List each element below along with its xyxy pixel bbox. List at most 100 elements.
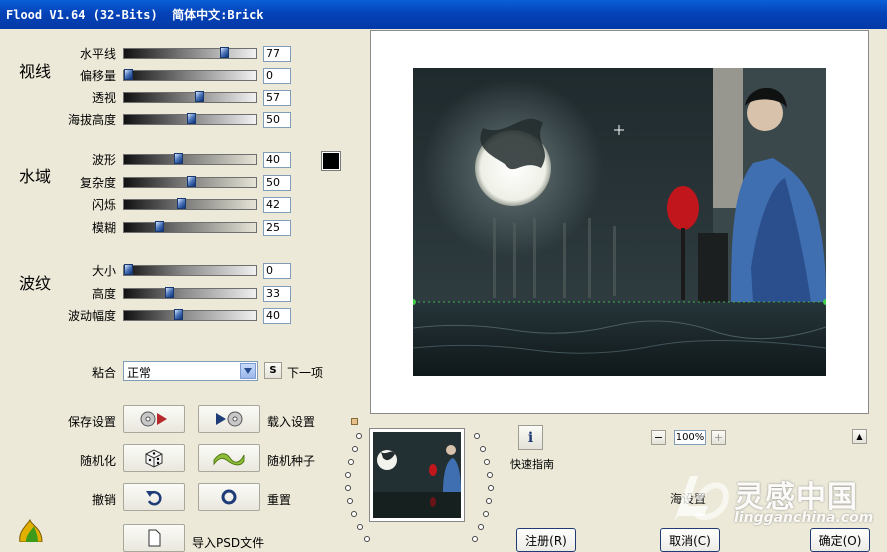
color-fill: [323, 153, 339, 169]
ripple-dot: [483, 511, 489, 517]
slider-label: 闪烁: [91, 198, 116, 212]
thumbnail-image[interactable]: [373, 432, 461, 518]
slider-track[interactable]: [123, 221, 257, 233]
slider-thumb[interactable]: [174, 309, 183, 320]
slider-track[interactable]: [123, 69, 257, 81]
disc-arrow-icon: [140, 411, 167, 427]
slider-track[interactable]: [123, 287, 257, 299]
arrow-disc-icon: [216, 411, 243, 427]
slider-value-field[interactable]: 50: [263, 175, 291, 191]
slider-thumb[interactable]: [187, 176, 196, 187]
slider-value-field[interactable]: 40: [263, 308, 291, 324]
info-icon[interactable]: i: [518, 425, 543, 450]
reset-button[interactable]: [198, 483, 260, 511]
blend-mode-value: 正常: [127, 366, 152, 380]
s-button[interactable]: S: [264, 362, 282, 379]
slider-thumb[interactable]: [187, 113, 196, 124]
group-title-ripple: 波纹: [19, 274, 52, 293]
document-icon: [148, 529, 161, 547]
ripple-dot: [486, 498, 492, 504]
slider-value-field[interactable]: 0: [263, 68, 291, 84]
collapse-up-button[interactable]: ▲: [852, 429, 867, 444]
import-psd-button[interactable]: [123, 524, 185, 552]
water-color-swatch[interactable]: [321, 151, 341, 171]
slider-thumb[interactable]: [165, 287, 174, 298]
slider-label: 海拔高度: [67, 113, 116, 127]
group-title-water: 水域: [19, 167, 52, 186]
slider-thumb[interactable]: [124, 69, 133, 80]
slider-value-field[interactable]: 57: [263, 90, 291, 106]
slider-thumb[interactable]: [195, 91, 204, 102]
quick-guide-label[interactable]: 快速指南: [510, 456, 554, 472]
slider-track[interactable]: [123, 153, 257, 165]
chevron-down-icon: [244, 368, 252, 374]
ok-button[interactable]: 确定(O): [810, 528, 870, 552]
slider-track[interactable]: [123, 176, 257, 188]
ripple-dot: [348, 459, 354, 465]
slider-value-field[interactable]: 25: [263, 220, 291, 236]
slider-track[interactable]: [123, 47, 257, 59]
slider-value-field[interactable]: 40: [263, 152, 291, 168]
horizon-marker[interactable]: [351, 418, 358, 425]
ripple-dot: [351, 511, 357, 517]
wave-icon: [213, 453, 245, 466]
slider-value-field[interactable]: 42: [263, 197, 291, 213]
slider-label: 大小: [91, 264, 116, 278]
save-settings-label: 保存设置: [67, 415, 116, 429]
slider-track[interactable]: [123, 264, 257, 276]
dropdown-arrow-button[interactable]: [240, 363, 256, 379]
load-settings-button[interactable]: [198, 405, 260, 433]
slider-value-field[interactable]: 50: [263, 112, 291, 128]
slider-label: 波形: [91, 153, 116, 167]
next-item-label[interactable]: 下一项: [287, 364, 323, 381]
slider-thumb[interactable]: [124, 264, 133, 275]
watermark-url: lingganchina.com: [734, 510, 874, 526]
slider-label: 复杂度: [79, 176, 116, 190]
ring-icon: [221, 489, 237, 505]
ripple-dot: [364, 536, 370, 542]
ripple-dot: [352, 446, 358, 452]
slider-track[interactable]: [123, 113, 257, 125]
undo-icon: [146, 490, 162, 506]
ripple-dot: [474, 433, 480, 439]
ripple-dot: [345, 472, 351, 478]
random-seed-button[interactable]: [198, 444, 260, 472]
undo-button[interactable]: [123, 483, 185, 511]
slider-track[interactable]: [123, 91, 257, 103]
window-titlebar: Flood V1.64 (32-Bits) 简体中文:Brick: [0, 0, 887, 29]
save-settings-button[interactable]: [123, 405, 185, 433]
slider-thumb[interactable]: [155, 221, 164, 232]
cancel-button[interactable]: 取消(C): [660, 528, 720, 552]
ripple-dot: [478, 524, 484, 530]
slider-thumb[interactable]: [220, 47, 229, 58]
register-button[interactable]: 注册(R): [516, 528, 576, 552]
slider-label: 波动幅度: [67, 309, 116, 323]
ripple-dot: [487, 472, 493, 478]
slider-value-field[interactable]: 33: [263, 286, 291, 302]
preview-image[interactable]: [413, 68, 826, 376]
ripple-dot: [345, 485, 351, 491]
ripple-dot: [480, 446, 486, 452]
load-settings-label: 载入设置: [267, 415, 316, 429]
blend-label: 粘合: [91, 366, 116, 380]
blend-mode-select[interactable]: 正常: [123, 361, 258, 381]
slider-track[interactable]: [123, 198, 257, 210]
reset-label: 重置: [267, 493, 292, 507]
group-title-sightline: 视线: [19, 62, 52, 81]
slider-label: 透视: [91, 91, 116, 105]
slider-value-field[interactable]: 77: [263, 46, 291, 62]
ripple-dot: [484, 459, 490, 465]
ripple-dot: [347, 498, 353, 504]
randomize-label: 随机化: [79, 454, 116, 468]
slider-label: 水平线: [79, 47, 116, 61]
dice-icon: [145, 449, 163, 468]
slider-thumb[interactable]: [174, 153, 183, 164]
slider-value-field[interactable]: 0: [263, 263, 291, 279]
zoom-out-button[interactable]: −: [651, 430, 666, 445]
slider-thumb[interactable]: [177, 198, 186, 209]
undo-label: 撤销: [91, 493, 116, 507]
randomize-button[interactable]: [123, 444, 185, 472]
zoom-in-button[interactable]: +: [711, 430, 726, 445]
zoom-level-field[interactable]: 100%: [674, 430, 706, 445]
slider-track[interactable]: [123, 309, 257, 321]
